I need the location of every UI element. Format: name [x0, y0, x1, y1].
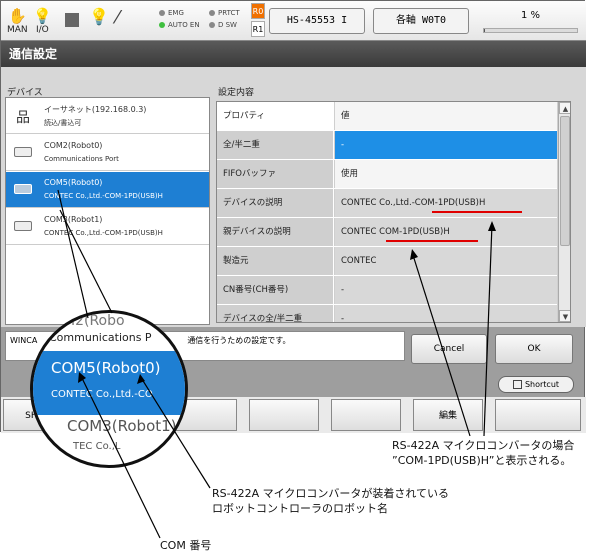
- annotation-lines: [57, 189, 496, 539]
- annotation-usb-display: RS-422A マイクロコンバータの場合 ”COM-1PD(USB)H”と表示さ…: [392, 439, 575, 467]
- annotation-robot-name: RS-422A マイクロコンバータが装着されている ロボットコントローラのロボッ…: [212, 487, 450, 515]
- annotation-com-number: COM 番号: [160, 539, 212, 552]
